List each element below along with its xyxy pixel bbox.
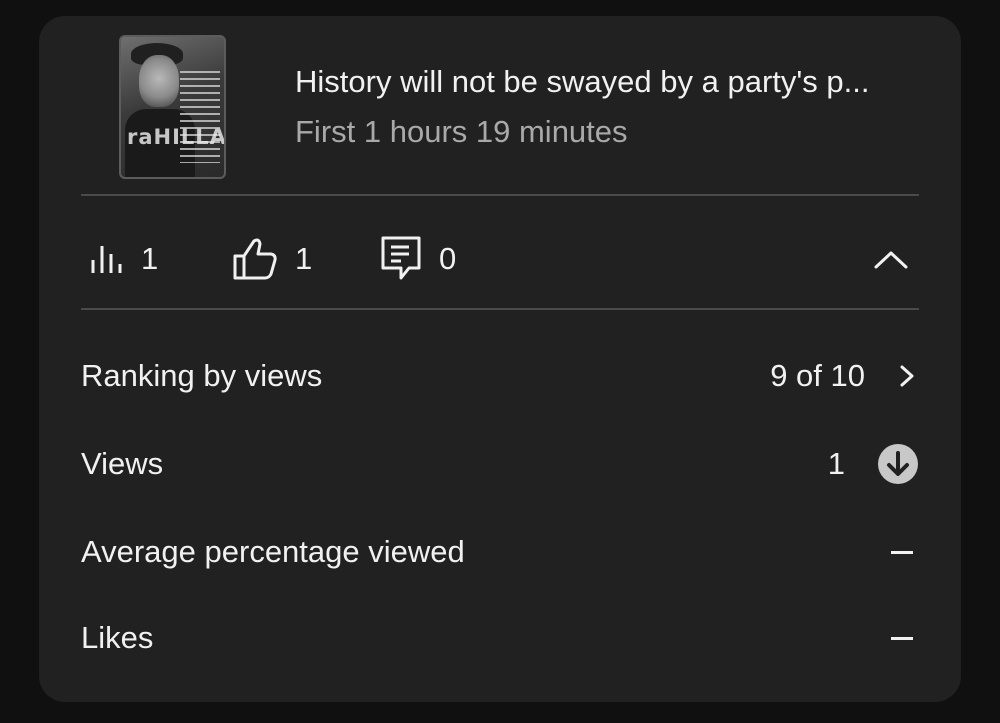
chevron-right-icon[interactable] (895, 360, 919, 392)
comment-icon (381, 236, 421, 280)
views-stat[interactable]: 1 (89, 234, 158, 284)
video-title[interactable]: History will not be swayed by a party's … (295, 64, 869, 100)
ranking-value: 9 of 10 (770, 358, 865, 393)
likes-count: 1 (295, 241, 313, 276)
views-value: 1 (827, 446, 845, 481)
likes-stat[interactable]: 1 (231, 234, 312, 284)
bar-chart-icon (91, 246, 122, 273)
video-stats-card: raHILLA History will not be swayed by a … (39, 16, 961, 702)
avg-percentage-value-dash (891, 550, 913, 554)
thumbs-up-icon (233, 238, 277, 280)
views-label: Views (81, 446, 164, 481)
comments-count: 0 (439, 241, 457, 276)
arrow-down-circle-icon[interactable] (877, 443, 919, 485)
likes-value-dash (891, 636, 913, 640)
ranking-label: Ranking by views (81, 358, 323, 393)
collapse-button[interactable] (871, 240, 911, 276)
views-count: 1 (141, 241, 159, 276)
stats-divider (81, 308, 919, 310)
views-row[interactable]: Views 1 (81, 438, 919, 490)
avg-percentage-label: Average percentage viewed (81, 534, 465, 569)
video-timeframe: First 1 hours 19 minutes (295, 114, 628, 149)
video-thumbnail[interactable]: raHILLA (119, 35, 226, 179)
ranking-row[interactable]: Ranking by views 9 of 10 (81, 350, 919, 402)
thumbnail-cover-word: raHILLA (127, 125, 226, 149)
likes-row[interactable]: Likes (81, 612, 919, 664)
thumbnail-face-shape (139, 55, 179, 107)
chevron-up-icon (874, 251, 908, 269)
avg-percentage-row[interactable]: Average percentage viewed (81, 526, 919, 578)
comments-stat[interactable]: 0 (379, 234, 456, 284)
likes-label: Likes (81, 620, 154, 655)
header-divider (81, 194, 919, 196)
thumbnail-text-lines (180, 71, 220, 163)
